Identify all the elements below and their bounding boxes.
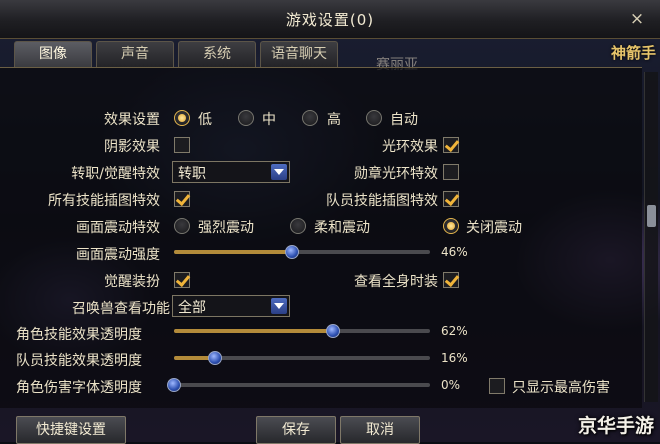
char-damage-alpha-value: 0% [441,378,461,392]
all-skill-art-label: 所有技能插图特效 [48,193,160,209]
title-bar[interactable]: 游戏设置(0) × [0,0,660,39]
medal-glow-checkbox[interactable] [443,164,459,180]
close-icon[interactable]: × [628,10,646,28]
shake-strength-label: 画面震动强度 [76,247,160,263]
all-skill-art-checkbox[interactable] [174,191,190,207]
cancel-button[interactable]: 取消 [340,416,420,444]
effect-setting-label: 效果设置 [104,112,160,128]
scroll-thumb[interactable] [647,205,656,227]
medal-glow-label: 勋章光环特效 [354,166,438,182]
dialog-title: 游戏设置(0) [285,11,375,29]
char-skill-alpha-slider[interactable] [174,324,430,338]
shake-off-label: 关闭震动 [466,220,522,236]
slider-fill [174,329,333,333]
effect-low-label: 低 [198,112,212,128]
awaken-effect-select[interactable]: 转职 [172,161,290,183]
tab-voice-chat[interactable]: 语音聊天 [260,41,338,67]
shake-strength-slider[interactable] [174,245,430,259]
awaken-effect-value: 转职 [178,166,206,182]
char-skill-alpha-value: 62% [441,324,468,338]
tab-sound[interactable]: 声音 [96,41,174,67]
team-skill-art-checkbox[interactable] [443,191,459,207]
settings-dialog: 游戏设置(0) × 神箭手 赛丽亚 图像 声音 系统 语音聊天 效果设置 低 中… [0,0,660,444]
shortcut-settings-button[interactable]: 快捷键设置 [16,416,126,444]
slider-fill [174,250,292,254]
tab-graphics[interactable]: 图像 [14,41,92,67]
team-skill-alpha-slider[interactable] [174,351,430,365]
awaken-effect-label: 转职/觉醒特效 [71,166,160,182]
slider-knob[interactable] [167,378,181,392]
halo-label: 光环效果 [382,139,438,155]
char-skill-alpha-label: 角色技能效果透明度 [16,327,142,343]
watermark-logo: 京华手游 [577,415,654,437]
pet-view-select[interactable]: 全部 [172,295,290,317]
chevron-down-icon [271,164,287,180]
shake-soft-radio[interactable] [290,218,306,234]
team-skill-alpha-value: 16% [441,351,468,365]
shake-soft-label: 柔和震动 [314,220,370,236]
shake-label: 画面震动特效 [76,220,160,236]
halo-checkbox[interactable] [443,137,459,153]
slider-knob[interactable] [207,351,222,365]
view-full-outfit-checkbox[interactable] [443,272,459,288]
view-full-outfit-label: 查看全身时装 [354,274,438,290]
shake-strong-label: 强烈震动 [198,220,254,236]
shake-strong-radio[interactable] [174,218,190,234]
effect-high-radio[interactable] [302,110,318,126]
background-class-name: 神箭手 [610,44,656,62]
slider-knob[interactable] [325,324,340,338]
highest-damage-only-checkbox[interactable] [489,378,505,394]
effect-mid-radio[interactable] [238,110,254,126]
shadow-checkbox[interactable] [174,137,190,153]
shake-strength-value: 46% [441,245,468,259]
effect-high-label: 高 [327,112,341,128]
effect-low-radio[interactable] [174,110,190,126]
highest-damage-only-label: 只显示最高伤害 [512,380,610,396]
awaken-outfit-label: 觉醒装扮 [104,274,160,290]
tab-system[interactable]: 系统 [178,41,256,67]
chevron-down-icon [271,298,287,314]
awaken-outfit-checkbox[interactable] [174,272,190,288]
scrollbar[interactable] [644,72,658,402]
char-damage-alpha-slider[interactable] [167,378,430,392]
tab-bar: 图像 声音 系统 语音聊天 [14,41,338,67]
char-damage-alpha-label: 角色伤害字体透明度 [16,380,142,396]
slider-knob[interactable] [284,245,299,259]
pet-view-value: 全部 [178,300,206,316]
save-button[interactable]: 保存 [256,416,336,444]
effect-mid-label: 中 [262,112,276,128]
slider-track [174,383,430,387]
shake-off-radio[interactable] [443,218,459,234]
effect-auto-label: 自动 [390,112,418,128]
team-skill-art-label: 队员技能插图特效 [326,193,438,209]
shadow-label: 阴影效果 [104,139,160,155]
pet-view-label: 召唤兽查看功能 [72,301,170,317]
effect-auto-radio[interactable] [366,110,382,126]
team-skill-alpha-label: 队员技能效果透明度 [16,353,142,369]
